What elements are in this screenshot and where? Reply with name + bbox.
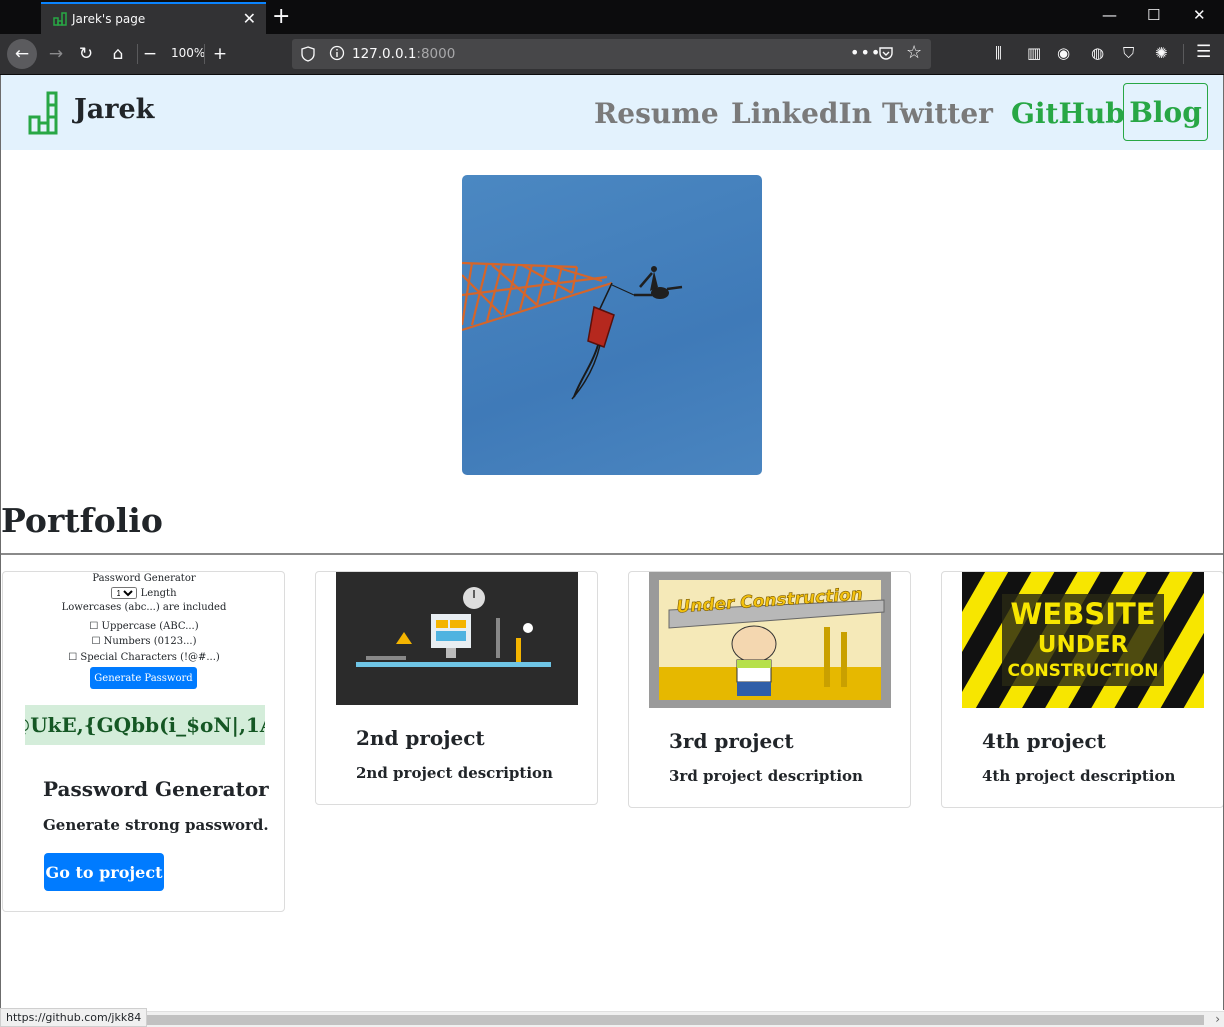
new-tab-icon[interactable]: + [272,4,290,29]
close-tab-icon[interactable]: ✕ [243,9,256,28]
sidebar-icon[interactable]: ▥ [1027,44,1041,62]
ublock-icon[interactable]: ⛉ [1123,44,1134,62]
image-caption-line: WEBSITE [1010,597,1155,631]
toolbar-divider [1183,44,1184,64]
horizontal-scrollbar[interactable]: › [0,1011,1224,1027]
address-bar[interactable]: 127.0.0.1:8000 ••• ☆ [292,39,931,69]
status-link-preview: https://github.com/jkk84 [0,1008,148,1027]
card-description: 2nd project description [356,764,553,782]
nav-link-linkedin[interactable]: LinkedIn [731,97,872,130]
brand-name[interactable]: Jarek [74,94,154,125]
browser-toolbar: ← → ↻ ⌂ − 100% + 127.0.0.1:8000 ••• ☆ ⫼ … [0,34,1224,75]
browser-tab[interactable]: Jarek's page ✕ [41,2,266,34]
bookmark-star-icon[interactable]: ☆ [906,42,922,63]
toolbar-divider [204,44,205,64]
account-icon[interactable]: ◍ [1091,44,1104,62]
tab-title: Jarek's page [72,12,146,26]
length-row: 12 Length [23,587,265,599]
card-title: Password Generator [43,777,269,801]
site-info-icon[interactable] [329,45,345,61]
numbers-checkbox[interactable]: ☐ [91,636,103,647]
section-divider [1,553,1223,555]
uppercase-checkbox[interactable]: ☐ [89,621,101,632]
lowercase-note: Lowercases (abc...) are included [61,602,227,613]
project-2-image [336,572,578,705]
project-card: Password Generator 12 Length Lowercases … [2,571,285,912]
extension-icon[interactable]: ◉ [1057,44,1070,62]
home-icon[interactable]: ⌂ [105,41,131,67]
generated-password-output: '@UkE,{GQbb(i_$oN|,1Ar [25,705,265,745]
scroll-right-icon[interactable]: › [1215,1012,1220,1026]
special-checkbox[interactable]: ☐ [68,652,80,663]
nav-link-twitter[interactable]: Twitter [882,97,993,130]
length-select[interactable]: 12 [111,587,138,599]
brand-logo-icon[interactable] [28,91,58,135]
uppercase-option[interactable]: ☐ Uppercase (ABC...) [23,621,265,632]
project-3-image: Under Construction [649,572,891,708]
project-card: Under Construction 3rd project 3rd proje… [628,571,911,808]
forward-icon[interactable]: → [43,41,69,67]
addon-icon[interactable]: ✺ [1155,44,1168,62]
maximize-icon[interactable]: ☐ [1147,6,1160,24]
page-actions-icon[interactable]: ••• [850,43,881,62]
zoom-out-icon[interactable]: − [137,41,163,67]
library-icon[interactable]: ⫼ [995,44,1002,62]
special-label: Special Characters (!@#...) [80,652,220,663]
image-caption-line: UNDER [1038,632,1129,658]
password-generator-widget: Password Generator 12 Length Lowercases … [23,572,265,752]
special-option[interactable]: ☐ Special Characters (!@#...) [23,652,265,663]
card-title: 4th project [982,729,1106,753]
minimize-icon[interactable]: — [1102,6,1117,24]
project-4-image: WEBSITE UNDER CONSTRUCTION [962,572,1204,708]
card-description: 4th project description [982,767,1176,785]
tracking-shield-icon[interactable] [301,46,315,62]
image-caption-line: CONSTRUCTION [1008,661,1159,681]
generate-password-button[interactable]: Generate Password [90,667,197,689]
url-text[interactable]: 127.0.0.1:8000 [352,46,455,62]
uppercase-label: Uppercase (ABC...) [101,621,199,632]
card-title: 2nd project [356,726,485,750]
project-card: 2nd project 2nd project description [315,571,598,805]
site-favicon-icon [53,12,67,26]
pocket-icon[interactable] [878,45,894,61]
zoom-in-icon[interactable]: + [207,41,233,67]
card-description: Generate strong password. [43,816,269,834]
nav-button-blog[interactable]: Blog [1123,83,1208,141]
page-viewport: Jarek Resume LinkedIn Twitter GitHub Blo… [0,75,1224,1010]
length-label: Length [140,588,177,599]
close-window-icon[interactable]: ✕ [1193,6,1206,24]
reload-icon[interactable]: ↻ [73,41,99,67]
zoom-level[interactable]: 100% [171,46,205,60]
go-to-project-button[interactable]: Go to project [44,853,164,891]
hero-photo [462,175,762,475]
site-navbar: Jarek Resume LinkedIn Twitter GitHub Blo… [1,75,1223,150]
menu-icon[interactable]: ☰ [1196,42,1211,62]
tab-strip: Jarek's page ✕ + — ☐ ✕ [0,0,1224,34]
back-icon[interactable]: ← [7,39,37,69]
numbers-option[interactable]: ☐ Numbers (0123...) [23,636,265,647]
url-host: 127.0.0.1 [352,46,417,62]
project-card: WEBSITE UNDER CONSTRUCTION 4th project 4… [941,571,1223,808]
nav-link-resume[interactable]: Resume [594,97,719,130]
card-title: 3rd project [669,729,794,753]
numbers-label: Numbers (0123...) [103,636,197,647]
scrollbar-thumb[interactable] [144,1015,1204,1025]
url-port: :8000 [416,46,456,62]
card-description: 3rd project description [669,767,863,785]
nav-link-github[interactable]: GitHub [1011,97,1125,130]
portfolio-heading: Portfolio [1,501,163,540]
widget-title: Password Generator [92,573,196,584]
